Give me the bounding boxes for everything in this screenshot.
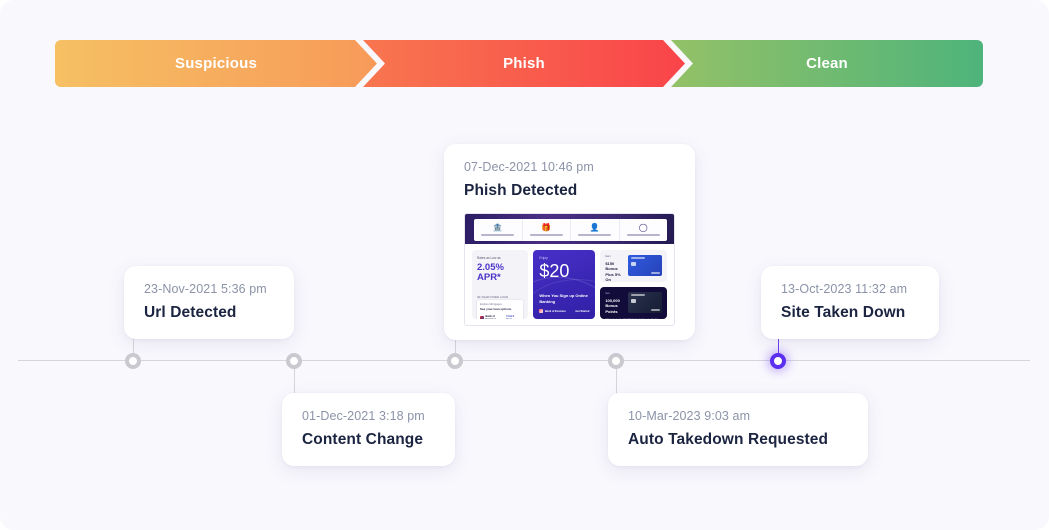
screenshot-offer-tile-groceries: Earn $150 Bonus Plus 5% On Groceries No … (600, 250, 667, 282)
timeline-card-title: Url Detected (144, 304, 237, 321)
timeline-node-auto-takedown[interactable] (608, 353, 624, 369)
card-brand-mark (630, 257, 645, 259)
timeline-node-site-taken-down[interactable] (770, 353, 786, 369)
timeline-card-date: 13-Oct-2023 11:32 am (781, 282, 908, 296)
timeline-card-date: 07-Dec-2021 10:46 pm (464, 160, 594, 174)
offer-fine-print: Offer you need, 100,000 bonus points, se… (605, 318, 662, 319)
card-number-mark (650, 309, 660, 311)
person-icon: 👤 (589, 223, 600, 233)
timeline-card-auto-takedown-requested[interactable]: 10-Mar-2023 9:03 am Auto Takedown Reques… (608, 393, 868, 466)
card-chip-icon (631, 262, 636, 266)
support-icon: ◯ (638, 223, 648, 233)
timeline-node-content-change[interactable] (286, 353, 302, 369)
rates-inner-footer: Bank of Envision Find It Now (480, 314, 520, 320)
screenshot-rates-tile: Rates as Low as 2.05% APR* 30-YEAR FIXED… (472, 250, 529, 320)
status-stage-label: Suspicious (174, 55, 258, 72)
rates-cta-link: Find It Now (506, 314, 515, 320)
timeline-page: Suspicious Phish Clean 23-Nov-2021 5:36 … (0, 0, 1049, 530)
status-stage-suspicious[interactable]: Suspicious (55, 40, 377, 87)
timeline-card-url-detected[interactable]: 23-Nov-2021 5:36 pm Url Detected (124, 266, 294, 339)
timeline-card-site-taken-down[interactable]: 13-Oct-2023 11:32 am Site Taken Down (761, 266, 939, 339)
offer-kicker: Earn (605, 255, 611, 258)
timeline-card-title: Content Change (302, 431, 424, 448)
status-stage-clean[interactable]: Clean (671, 40, 983, 87)
timeline-card-title: Phish Detected (464, 182, 578, 199)
timeline-card-date: 10-Mar-2023 9:03 am (628, 409, 751, 423)
bonus-cta-link: Get Started (575, 309, 590, 313)
offer-title: $150 Bonus Plus 5% On Groceries (605, 260, 621, 283)
bonus-brand-label: Bank of Envision (544, 309, 566, 313)
bank-logo-icon (480, 315, 484, 319)
screenshot-offers-column: Earn $150 Bonus Plus 5% On Groceries No … (600, 250, 667, 319)
timeline-card-title: Auto Takedown Requested (628, 431, 829, 448)
gift-icon: 🎁 (541, 223, 552, 233)
status-stage-label: Phish (503, 55, 545, 72)
screenshot-nav-item: 🎁 (523, 219, 571, 241)
card-number-mark (650, 272, 660, 274)
status-stage-label: Clean (806, 55, 848, 72)
timeline-node-phish-detected[interactable] (447, 353, 463, 369)
offer-top: Earn $150 Bonus Plus 5% On Groceries (605, 255, 662, 282)
bonus-amount: $20 (539, 261, 570, 281)
timeline-card-date: 23-Nov-2021 5:36 pm (144, 282, 267, 296)
bonus-footer: Bank of Envision Get Started (539, 309, 589, 313)
timeline-node-url-detected[interactable] (125, 353, 141, 369)
screenshot-nav-item: 🏦 (474, 219, 523, 241)
timeline-axis (18, 360, 1030, 361)
card-brand-mark (630, 294, 645, 296)
bonus-brand: Bank of Envision (539, 309, 566, 313)
rates-inner-card: Explore Mortgages See your loan options … (477, 300, 524, 320)
screenshot-nav-item: ◯ (620, 219, 668, 241)
rates-inner-title: See your loan options (480, 307, 512, 311)
screenshot-nav-label (481, 233, 515, 236)
timeline-card-date: 01-Dec-2021 3:18 pm (302, 409, 425, 423)
screenshot-nav-item: 👤 (571, 219, 620, 241)
offer-title: 100,000 Bonus Points (605, 297, 620, 314)
credit-card-icon (628, 255, 662, 276)
offer-kicker: Get (605, 292, 610, 295)
screenshot-content-area: Rates as Low as 2.05% APR* 30-YEAR FIXED… (465, 244, 674, 325)
timeline-card-content-change[interactable]: 01-Dec-2021 3:18 pm Content Change (282, 393, 455, 466)
timeline-card-phish-detected[interactable]: 07-Dec-2021 10:46 pm Phish Detected 🏦 🎁 … (444, 144, 695, 340)
rates-kicker: Rates as Low as (477, 256, 501, 260)
screenshot-quicklinks-nav: 🏦 🎁 👤 ◯ (474, 219, 667, 241)
rates-brand-label: Bank of Envision (485, 314, 497, 320)
rates-brand: Bank of Envision (480, 314, 506, 320)
bonus-headline: When You Sign up Online Banking (539, 293, 588, 304)
rates-headline: 2.05% APR* (477, 262, 504, 283)
bank-icon: 🏦 (492, 223, 503, 233)
bank-logo-icon (539, 309, 544, 313)
screenshot-nav-label (578, 233, 612, 236)
status-stage-bar: Suspicious Phish Clean (55, 40, 983, 87)
screenshot-nav-label (529, 233, 563, 236)
offer-top: Get 100,000 Bonus Points (605, 292, 662, 314)
phish-site-screenshot[interactable]: 🏦 🎁 👤 ◯ Rates as Low as 2.05% APR* 30-YE… (464, 213, 675, 326)
card-chip-icon (631, 299, 636, 303)
credit-card-icon (628, 292, 662, 313)
screenshot-signup-bonus-tile: Enjoy $20 When You Sign up Online Bankin… (533, 250, 596, 319)
screenshot-offer-tile-bonus-points: Get 100,000 Bonus Points Offer you need,… (600, 287, 667, 319)
screenshot-nav-label (626, 233, 660, 236)
status-stage-phish[interactable]: Phish (363, 40, 685, 87)
timeline-card-title: Site Taken Down (781, 304, 906, 321)
offer-text: Get 100,000 Bonus Points (605, 292, 624, 314)
offer-text: Earn $150 Bonus Plus 5% On Groceries (605, 255, 624, 282)
